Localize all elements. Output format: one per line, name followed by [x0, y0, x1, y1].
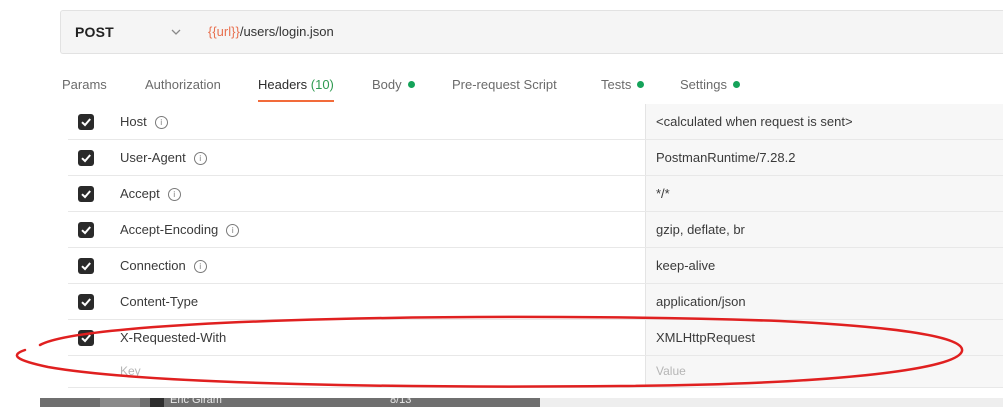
table-row: X-Requested-With XMLHttpRequest [68, 320, 1003, 356]
tab-params[interactable]: Params [62, 72, 107, 100]
tab-authorization[interactable]: Authorization [145, 72, 221, 100]
header-checkbox[interactable] [78, 294, 94, 310]
info-icon[interactable]: i [193, 152, 207, 165]
status-dot-icon [407, 81, 415, 88]
checkmark-icon [81, 118, 91, 127]
header-checkbox[interactable] [78, 222, 94, 238]
tab-headers[interactable]: Headers (10) [258, 72, 334, 102]
header-key[interactable]: Host i [120, 104, 168, 139]
header-checkbox[interactable] [78, 258, 94, 274]
tab-label: Tests [601, 77, 632, 92]
tab-label: Settings [680, 77, 727, 92]
header-value[interactable]: XMLHttpRequest [656, 320, 755, 355]
header-value[interactable]: */* [656, 176, 670, 211]
strip-right-text: 8/13 [390, 398, 412, 406]
url-path: /users/login.json [239, 24, 334, 39]
status-dot-icon [732, 81, 740, 88]
status-dot-icon [637, 81, 645, 88]
header-key[interactable]: Accept i [120, 176, 181, 211]
header-value[interactable]: <calculated when request is sent> [656, 104, 853, 139]
checkmark-icon [81, 262, 91, 271]
header-checkbox[interactable] [78, 186, 94, 202]
chevron-down-icon[interactable] [170, 26, 182, 38]
new-value-input[interactable]: Value [656, 356, 686, 387]
checkmark-icon [81, 226, 91, 235]
table-row: Accept i */* [68, 176, 1003, 212]
info-icon[interactable]: i [154, 116, 168, 129]
tab-label: Pre-request Script [452, 77, 557, 92]
background-window-strip: Eric Giram 8/13 [40, 398, 1003, 407]
info-icon[interactable]: i [167, 188, 181, 201]
header-key[interactable]: Connection i [120, 248, 207, 283]
header-key[interactable]: X-Requested-With [120, 320, 226, 355]
header-checkbox[interactable] [78, 330, 94, 346]
request-tabs: Params Authorization Headers (10) Body P… [0, 72, 1003, 102]
strip-left-text: Eric Giram [170, 398, 222, 406]
header-key[interactable]: Accept-Encoding i [120, 212, 240, 247]
header-value[interactable]: PostmanRuntime/7.28.2 [656, 140, 795, 175]
tab-label: Authorization [145, 77, 221, 92]
headers-count: (10) [310, 77, 334, 92]
new-header-row: Key Value [68, 356, 1003, 388]
header-checkbox[interactable] [78, 150, 94, 166]
url-input[interactable]: {{url}}/users/login.json [208, 11, 334, 53]
tab-settings[interactable]: Settings [680, 72, 740, 100]
header-value[interactable]: keep-alive [656, 248, 715, 283]
tab-label: Headers [258, 77, 308, 92]
tab-label: Params [62, 77, 107, 92]
table-row: Connection i keep-alive [68, 248, 1003, 284]
new-key-input[interactable]: Key [120, 356, 141, 387]
checkmark-icon [81, 154, 91, 163]
tab-tests[interactable]: Tests [601, 72, 645, 100]
header-value[interactable]: gzip, deflate, br [656, 212, 745, 247]
checkmark-icon [81, 190, 91, 199]
url-variable: {{url}} [208, 24, 240, 39]
header-value[interactable]: application/json [656, 284, 746, 319]
method-select[interactable]: POST [75, 11, 114, 53]
tab-body[interactable]: Body [372, 72, 415, 100]
info-icon[interactable]: i [193, 260, 207, 273]
header-checkbox[interactable] [78, 114, 94, 130]
checkmark-icon [81, 334, 91, 343]
table-row: Host i <calculated when request is sent> [68, 104, 1003, 140]
table-row: Content-Type application/json [68, 284, 1003, 320]
table-row: User-Agent i PostmanRuntime/7.28.2 [68, 140, 1003, 176]
header-key[interactable]: Content-Type [120, 284, 198, 319]
request-bar: POST {{url}}/users/login.json [60, 10, 1003, 54]
method-label: POST [75, 24, 114, 40]
header-key[interactable]: User-Agent i [120, 140, 207, 175]
avatar [150, 398, 164, 407]
tab-label: Body [372, 77, 402, 92]
table-row: Accept-Encoding i gzip, deflate, br [68, 212, 1003, 248]
checkmark-icon [81, 298, 91, 307]
info-icon[interactable]: i [226, 224, 240, 237]
tab-pre-request-script[interactable]: Pre-request Script [452, 72, 557, 100]
